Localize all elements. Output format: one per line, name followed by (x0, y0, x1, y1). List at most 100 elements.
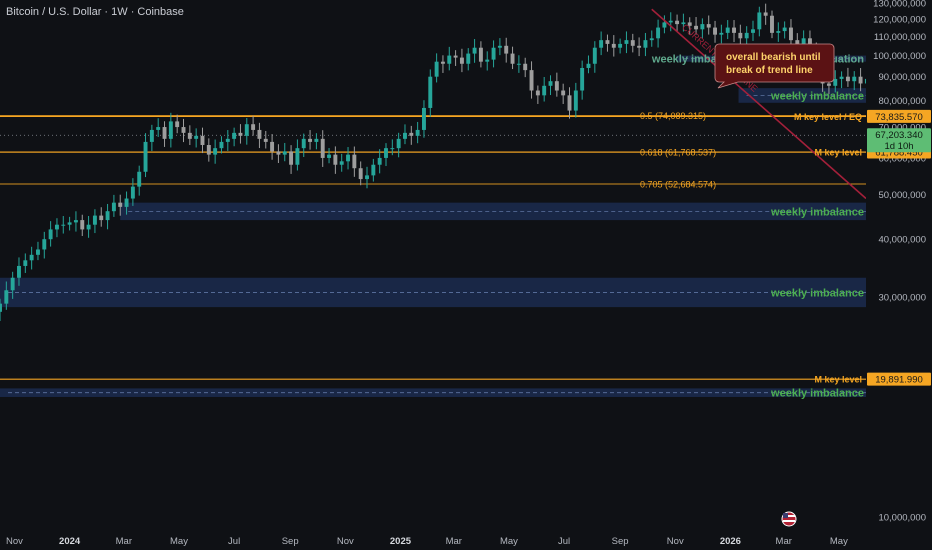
candle-body (130, 186, 135, 199)
candle (516, 55, 521, 73)
candle-body (403, 132, 407, 139)
candle-body (485, 59, 490, 62)
fib-label: 0.5 (74,089.315) (640, 111, 706, 121)
candle (365, 166, 369, 189)
candle (225, 130, 230, 151)
candle-body (213, 148, 218, 155)
candle (301, 133, 306, 158)
candle-body (497, 45, 502, 48)
candle (295, 139, 300, 171)
candle (42, 231, 47, 259)
candle (510, 46, 515, 70)
candle-body (440, 61, 445, 64)
candle-body (675, 20, 680, 25)
candle (73, 211, 78, 232)
note-callout: overall bearish until break of trend line (714, 43, 835, 89)
candle (789, 19, 793, 48)
candle-body (339, 161, 344, 165)
candle (213, 139, 218, 164)
note-line-2: break of trend line (726, 65, 813, 76)
candle-body (308, 138, 313, 142)
candle-body (137, 171, 142, 187)
candle-body (725, 27, 730, 33)
candle (573, 82, 578, 118)
candle (459, 48, 464, 73)
candle (54, 218, 59, 238)
candle (308, 130, 313, 150)
candle-body (86, 224, 91, 230)
candle-body (80, 220, 85, 230)
x-tick-label: Jul (228, 536, 240, 547)
candle-body (573, 90, 578, 111)
chart-title: Bitcoin / U.S. Dollar · 1W · Coinbase (6, 6, 184, 18)
x-tick-label: Nov (667, 536, 684, 547)
candle-body (561, 90, 566, 96)
candle-body (472, 47, 477, 54)
candle (523, 57, 528, 78)
candle-body (365, 175, 369, 180)
candle (263, 130, 268, 149)
price-tag-label: 73,835.570 (875, 112, 923, 123)
candle (251, 115, 256, 136)
candle (270, 134, 275, 160)
candle-body (36, 249, 40, 255)
candle-body (516, 63, 521, 65)
candle-body (649, 38, 654, 41)
candle-body (73, 220, 78, 223)
candle (675, 14, 680, 32)
candle-body (61, 224, 66, 226)
candle-body (124, 198, 129, 207)
candle (314, 133, 319, 150)
candle (149, 124, 154, 152)
candle-body (333, 154, 338, 165)
candle-body (852, 76, 857, 82)
candle (200, 127, 205, 154)
chart[interactable]: CURRENT TRENDLINEweekly imbalance tapped… (0, 0, 932, 550)
candle-body (29, 254, 34, 261)
x-tick-label: 2025 (390, 536, 412, 547)
candle (497, 38, 502, 56)
x-tick-label: May (170, 536, 188, 547)
candle-body (377, 157, 382, 165)
candle-body (605, 40, 610, 44)
candle-body (592, 47, 597, 64)
candle (409, 125, 414, 145)
candle-body (453, 55, 458, 58)
candle (630, 33, 635, 53)
candle (162, 121, 167, 147)
candle (485, 51, 490, 71)
candle-body (42, 239, 47, 250)
candle-body (700, 24, 705, 30)
candle-body (111, 202, 116, 212)
candle (782, 21, 787, 39)
candle (845, 67, 850, 87)
candle (643, 32, 648, 57)
candle (377, 149, 382, 174)
candle (453, 50, 458, 66)
candle-body (599, 40, 604, 48)
candle-body (554, 81, 559, 91)
y-tick-label: 130,000,000 (873, 0, 926, 10)
candle-body (776, 31, 781, 33)
candle-body (535, 90, 540, 96)
candle-body (99, 215, 104, 221)
x-tick-label: Sep (282, 536, 299, 547)
candle (713, 20, 717, 43)
candle (662, 15, 667, 34)
candle (86, 215, 91, 238)
candle (194, 128, 199, 148)
candle (548, 75, 553, 96)
flag-stripe (783, 520, 795, 522)
candle (434, 53, 439, 83)
fib-label: 0.705 (52,684.574) (640, 179, 716, 189)
current-price-countdown: 1d 10h (884, 141, 913, 152)
x-tick-label: Mar (776, 536, 792, 547)
candle-body (105, 211, 110, 221)
candle (390, 139, 395, 156)
candle-body (270, 141, 275, 152)
candle (384, 143, 388, 167)
candle-body (826, 83, 831, 86)
candle-body (200, 135, 205, 146)
candle-body (491, 47, 496, 60)
candle-body (4, 290, 9, 304)
